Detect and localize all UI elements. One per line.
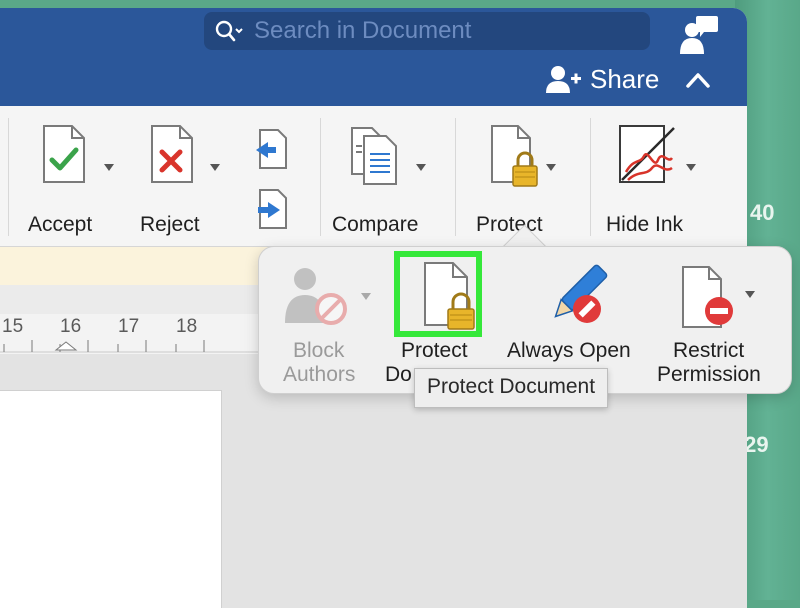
- block-authors-label-line1: Block: [293, 339, 345, 362]
- ink-icon: [619, 125, 675, 183]
- document-page[interactable]: [0, 390, 222, 608]
- add-person-icon: [546, 66, 581, 93]
- review-ribbon: Accept Reject Compare Protect Hide Ink: [0, 106, 747, 247]
- accept-button[interactable]: Accept: [28, 124, 124, 244]
- ribbon-divider: [320, 118, 321, 236]
- restrict-permission-label-line1: Restrict: [673, 339, 745, 362]
- accept-label: Accept: [28, 213, 93, 236]
- ruler-number: 15: [2, 316, 24, 337]
- restrict-permission-label-line2: Permission: [657, 363, 761, 386]
- protect-button[interactable]: Protect: [476, 124, 584, 244]
- restrict-permission-dropdown-caret[interactable]: [745, 291, 755, 298]
- pencil-blocked-icon: [554, 264, 608, 323]
- search-icon[interactable]: [214, 19, 244, 43]
- ruler-number: 17: [118, 316, 140, 337]
- protect-dropdown-caret[interactable]: [546, 164, 556, 171]
- protect-document-label-line2: Do: [385, 363, 412, 386]
- ribbon-divider: [455, 118, 456, 236]
- search-placeholder: Search in Document: [254, 17, 472, 44]
- next-change-icon[interactable]: [254, 188, 290, 230]
- hide-ink-label: Hide Ink: [606, 213, 684, 236]
- compare-label: Compare: [332, 213, 419, 236]
- title-bar: Search in Document Share: [0, 8, 747, 106]
- previous-change-icon[interactable]: [254, 128, 290, 170]
- block-authors-label-line2: Authors: [283, 363, 356, 386]
- compare-button[interactable]: Compare: [332, 124, 450, 244]
- reject-document-icon: [151, 125, 193, 183]
- accept-dropdown-caret[interactable]: [104, 164, 114, 171]
- share-label: Share: [590, 63, 660, 94]
- hide-ink-button[interactable]: Hide Ink: [606, 124, 724, 244]
- ribbon-divider: [590, 118, 591, 236]
- block-authors-dropdown-caret[interactable]: [361, 293, 371, 300]
- ruler-number: 18: [176, 316, 198, 337]
- ribbon-divider: [8, 118, 9, 236]
- ruler-number: 16: [60, 316, 82, 337]
- reject-label: Reject: [140, 213, 200, 236]
- accept-document-icon: [43, 125, 85, 183]
- feedback-icon[interactable]: [680, 14, 720, 54]
- always-open-label: Always Open: [507, 339, 631, 362]
- tooltip: Protect Document: [414, 368, 609, 408]
- compare-dropdown-caret[interactable]: [416, 164, 426, 171]
- hide-ink-dropdown-caret[interactable]: [686, 164, 696, 171]
- reject-dropdown-caret[interactable]: [210, 164, 220, 171]
- always-open-read-only-button[interactable]: [529, 261, 639, 381]
- protect-document-icon: [491, 125, 538, 187]
- search-field[interactable]: Search in Document: [204, 12, 650, 50]
- block-authors-icon: [285, 268, 347, 325]
- restrict-permission-icon: [682, 266, 733, 328]
- compare-documents-icon: [351, 127, 397, 185]
- chevron-up-icon[interactable]: [685, 70, 711, 90]
- reject-button[interactable]: Reject: [140, 124, 234, 244]
- background-number-1: 40: [750, 200, 775, 225]
- share-button[interactable]: Share: [546, 62, 659, 96]
- highlight-box: [394, 251, 482, 337]
- protect-document-label-line1: Protect: [401, 339, 468, 362]
